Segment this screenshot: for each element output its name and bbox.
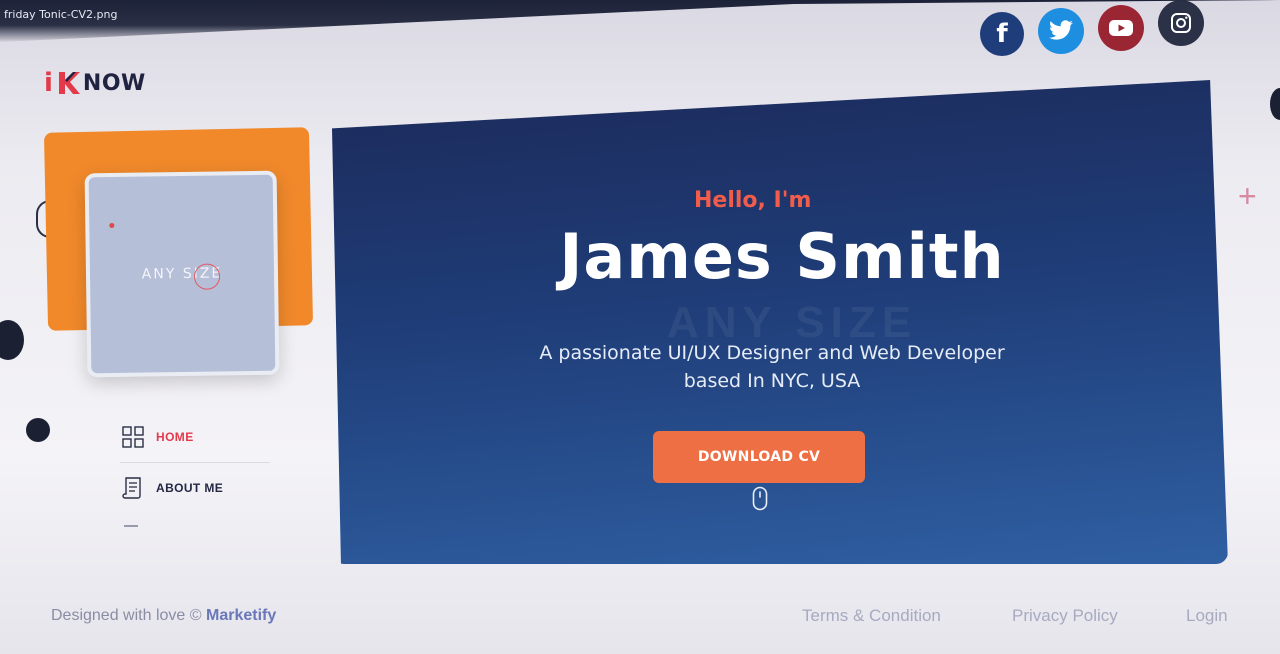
logo-now: NOW (82, 70, 146, 96)
hero-name: James Smith (559, 220, 1005, 293)
hero-content: Hello, I'm James Smith ANY SIZE A passio… (332, 80, 1228, 564)
hero-subtitle-line1: A passionate UI/UX Designer and Web Deve… (539, 342, 1005, 364)
decorative-dot (26, 418, 50, 442)
logo-i: i (44, 68, 53, 98)
footer-credit-brand[interactable]: Marketify (206, 607, 276, 624)
nav-more-dash (124, 525, 138, 527)
instagram-icon[interactable] (1158, 0, 1204, 46)
window-title: friday Tonic-CV2.png (4, 8, 118, 21)
document-icon (122, 477, 141, 499)
nav-item-home[interactable]: HOME (122, 426, 194, 448)
nav-divider (120, 462, 270, 463)
grid-icon (122, 426, 144, 448)
photo-ring (193, 263, 221, 290)
scroll-mouse-icon[interactable] (752, 486, 768, 512)
decorative-plus-icon: + (1238, 178, 1257, 214)
photo-dot (109, 222, 115, 229)
nav-label-home: HOME (156, 430, 194, 444)
window-title-bar (0, 0, 1280, 42)
footer-credit: Designed with love © Marketify (51, 607, 276, 625)
hero-greeting: Hello, I'm (694, 188, 812, 213)
twitter-icon[interactable] (1038, 8, 1084, 54)
nav-label-about-me: ABOUT ME (156, 481, 224, 495)
footer-link-privacy[interactable]: Privacy Policy (1012, 606, 1118, 626)
decorative-dot (0, 320, 24, 360)
footer-credit-prefix: Designed with love © (51, 607, 206, 624)
footer-link-terms[interactable]: Terms & Condition (802, 606, 941, 626)
facebook-icon[interactable]: f (980, 12, 1024, 56)
download-cv-button[interactable]: DOWNLOAD CV (653, 431, 865, 483)
nav-item-about-me[interactable]: ABOUT ME (122, 476, 223, 500)
footer-link-login[interactable]: Login (1186, 606, 1228, 626)
youtube-icon[interactable] (1098, 5, 1144, 51)
logo[interactable]: i NOW (44, 68, 146, 98)
profile-photo: ANY SIZE (84, 170, 280, 378)
hero-watermark: ANY SIZE (666, 298, 918, 347)
decorative-dot (1270, 88, 1280, 120)
logo-k-mark (58, 72, 80, 94)
hero-subtitle-line2: based In NYC, USA (683, 370, 861, 392)
